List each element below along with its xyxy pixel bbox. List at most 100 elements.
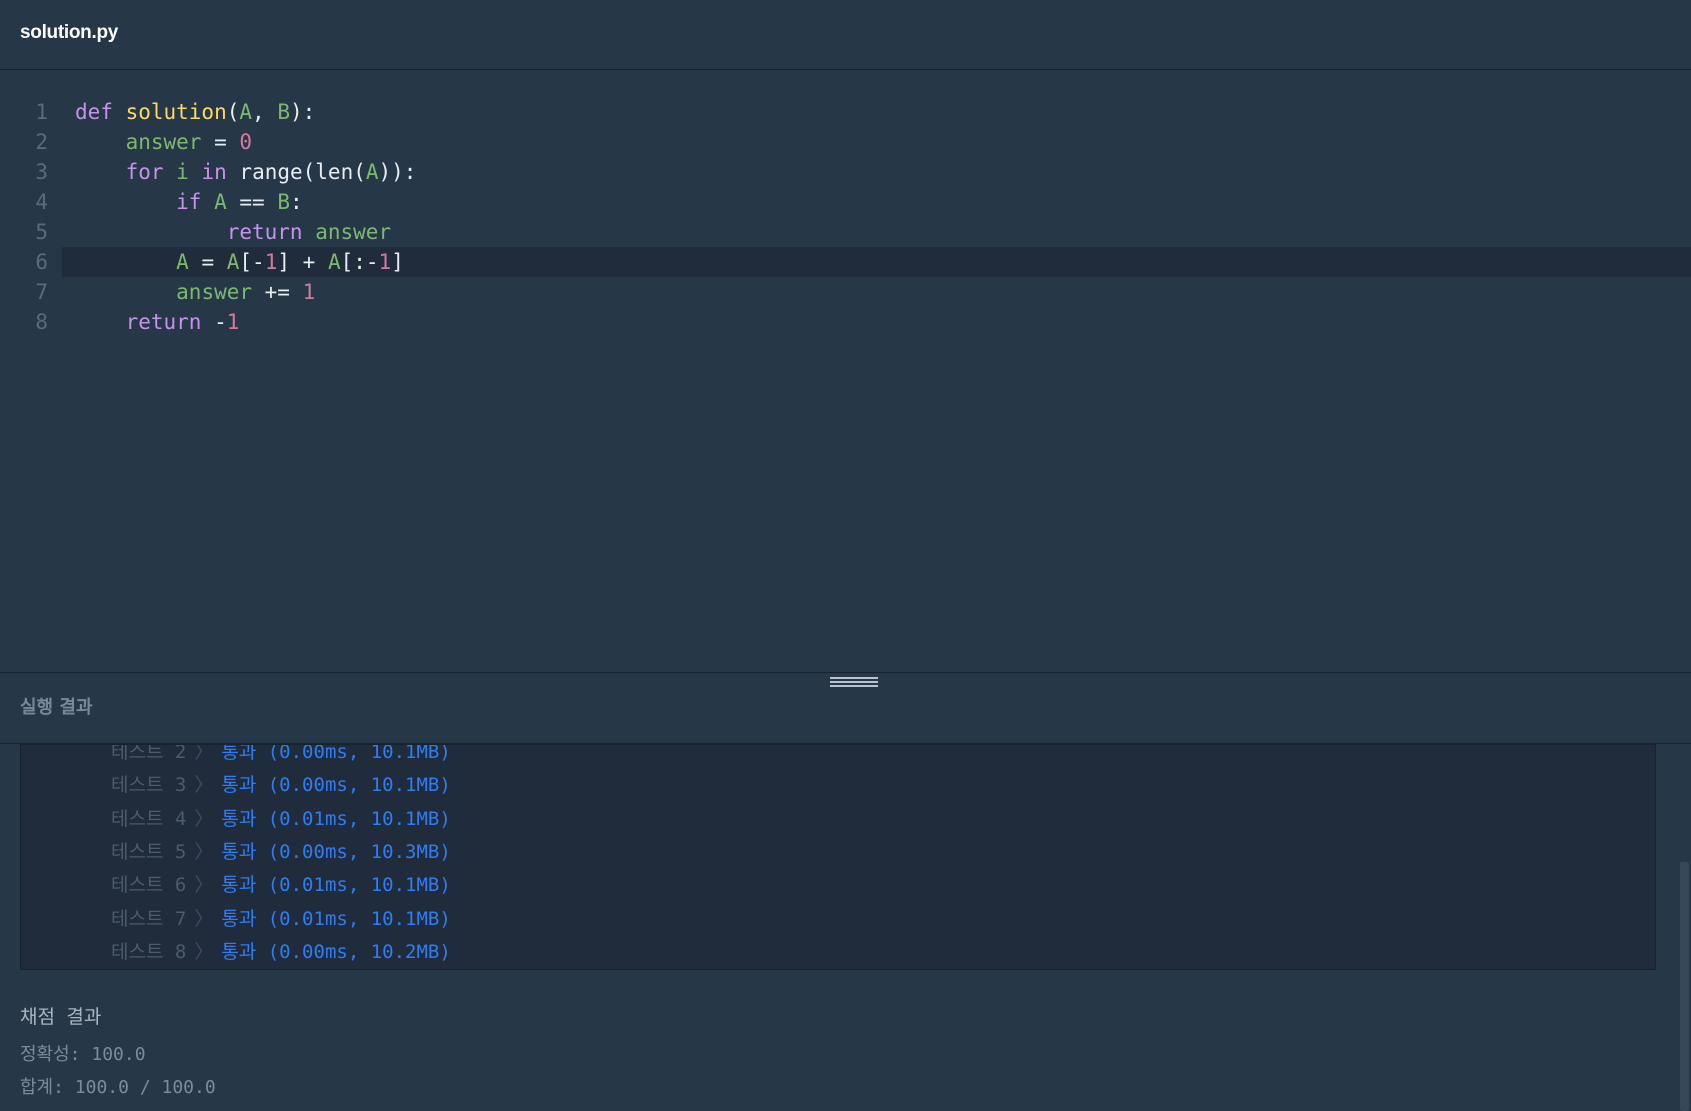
test-pass-result: 통과 (0.00ms, 10.3MB): [221, 840, 451, 863]
chevron-right-icon: 〉: [194, 907, 214, 930]
test-label: 테스트 7: [111, 907, 187, 930]
test-results-list[interactable]: 테스트 2 〉 통과 (0.00ms, 10.1MB) 테스트 3 〉 통과 (0.00m…: [20, 744, 1656, 970]
code-editor[interactable]: 1 def solution(A, B): 2 answer = 03 for i …: [0, 70, 1691, 672]
code-token: if: [176, 190, 202, 214]
chevron-right-icon: 〉: [194, 840, 214, 863]
code-token: in: [201, 160, 227, 184]
code-text: return -1: [75, 307, 240, 337]
code-line[interactable]: 8 return -1: [35, 307, 1691, 337]
code-token: A: [214, 190, 227, 214]
test-pass-result: 통과 (0.01ms, 10.1MB): [221, 807, 451, 830]
line-number: 2: [35, 130, 48, 154]
code-token: :: [290, 190, 303, 214]
line-number: 8: [35, 310, 48, 334]
code-token: A: [239, 100, 253, 124]
accuracy-score: 정확성: 100.0: [20, 1044, 146, 1065]
code-token: )):: [378, 160, 417, 184]
code-token: solution: [125, 100, 227, 124]
line-number: 4: [35, 190, 48, 214]
code-token: 1: [226, 310, 240, 334]
file-name-tab[interactable]: solution.py: [20, 22, 118, 44]
code-token: answer: [315, 220, 392, 244]
code-line[interactable]: 6 A = A[-1] + A[:-1]: [35, 247, 1691, 277]
chevron-right-icon: 〉: [194, 940, 214, 963]
code-token: A: [365, 160, 379, 184]
test-result-row: 테스트 5 〉 통과 (0.00ms, 10.3MB): [111, 837, 451, 867]
test-result-row: 테스트 6 〉 통과 (0.01ms, 10.1MB): [111, 870, 451, 900]
line-number: 3: [35, 160, 48, 184]
test-pass-result: 통과 (0.00ms, 10.1MB): [221, 774, 451, 797]
code-token: ] +: [277, 250, 328, 274]
code-token: B: [277, 190, 290, 214]
code-token: 1: [264, 250, 278, 274]
code-text: if A == B:: [75, 187, 303, 217]
code-line[interactable]: 2 answer = 0: [35, 127, 1691, 157]
code-token: def: [75, 100, 126, 124]
result-output: 테스트 2 〉 통과 (0.00ms, 10.1MB) 테스트 3 〉 통과 (0.00m…: [0, 744, 1691, 1111]
code-token: A: [226, 250, 240, 274]
code-token: B: [277, 100, 290, 124]
code-token: ,: [252, 100, 278, 124]
code-token: A: [176, 250, 189, 274]
code-token: return: [226, 220, 303, 244]
code-token: (: [226, 100, 240, 124]
result-panel-title: 실행 결과: [20, 697, 93, 718]
test-result-row: 테스트 7 〉 통과 (0.01ms, 10.1MB): [111, 904, 451, 934]
code-token: answer: [125, 130, 202, 154]
code-text: return answer: [75, 217, 391, 247]
test-label: 테스트 5: [111, 840, 187, 863]
resize-handle-icon[interactable]: [830, 677, 878, 689]
code-line[interactable]: 1 def solution(A, B):: [35, 97, 1691, 127]
code-token: ):: [290, 100, 316, 124]
code-token: [-: [239, 250, 265, 274]
code-text: answer = 0: [75, 127, 252, 157]
code-line[interactable]: 5 return answer: [35, 217, 1691, 247]
grading-title: 채점 결과: [20, 1006, 102, 1028]
total-score: 합계: 100.0 / 100.0: [20, 1077, 216, 1098]
code-token: 1: [302, 280, 316, 304]
code-text: A = A[-1] + A[:-1]: [75, 247, 404, 277]
code-token: range(len(: [226, 160, 366, 184]
test-label: 테스트 2: [111, 744, 187, 763]
code-token: ==: [226, 190, 278, 214]
code-token: [:-: [340, 250, 379, 274]
code-token: +=: [252, 280, 303, 304]
code-token: ]: [391, 250, 404, 274]
code-token: -: [201, 310, 227, 334]
chevron-right-icon: 〉: [194, 874, 214, 897]
code-text: for i in range(len(A)):: [75, 157, 417, 187]
code-token: return: [125, 310, 202, 334]
test-pass-result: 통과 (0.00ms, 10.1MB): [221, 744, 451, 763]
code-line[interactable]: 4 if A == B:: [35, 187, 1691, 217]
code-runner-window: solution.py 1 def solution(A, B): 2 answer…: [0, 0, 1691, 1111]
output-scrollbar-thumb[interactable]: [1680, 862, 1689, 1111]
file-tab-bar: solution.py: [0, 0, 1691, 70]
code-text: def solution(A, B):: [75, 97, 315, 127]
code-token: answer: [176, 280, 253, 304]
chevron-right-icon: 〉: [194, 744, 214, 763]
test-label: 테스트 8: [111, 940, 187, 963]
test-result-row: 테스트 8 〉 통과 (0.00ms, 10.2MB): [111, 937, 451, 967]
code-line[interactable]: 3 for i in range(len(A)):: [35, 157, 1691, 187]
code-token: i: [176, 160, 189, 184]
test-pass-result: 통과 (0.00ms, 10.2MB): [221, 940, 451, 963]
chevron-right-icon: 〉: [194, 774, 214, 797]
line-number: 6: [35, 250, 48, 274]
test-result-row: 테스트 4 〉 통과 (0.01ms, 10.1MB): [111, 804, 451, 834]
code-text: answer += 1: [75, 277, 315, 307]
code-line[interactable]: 7 answer += 1: [35, 277, 1691, 307]
code-token: for: [125, 160, 164, 184]
test-label: 테스트 6: [111, 874, 187, 897]
test-result-row: 테스트 3 〉 통과 (0.00ms, 10.1MB): [111, 770, 451, 800]
